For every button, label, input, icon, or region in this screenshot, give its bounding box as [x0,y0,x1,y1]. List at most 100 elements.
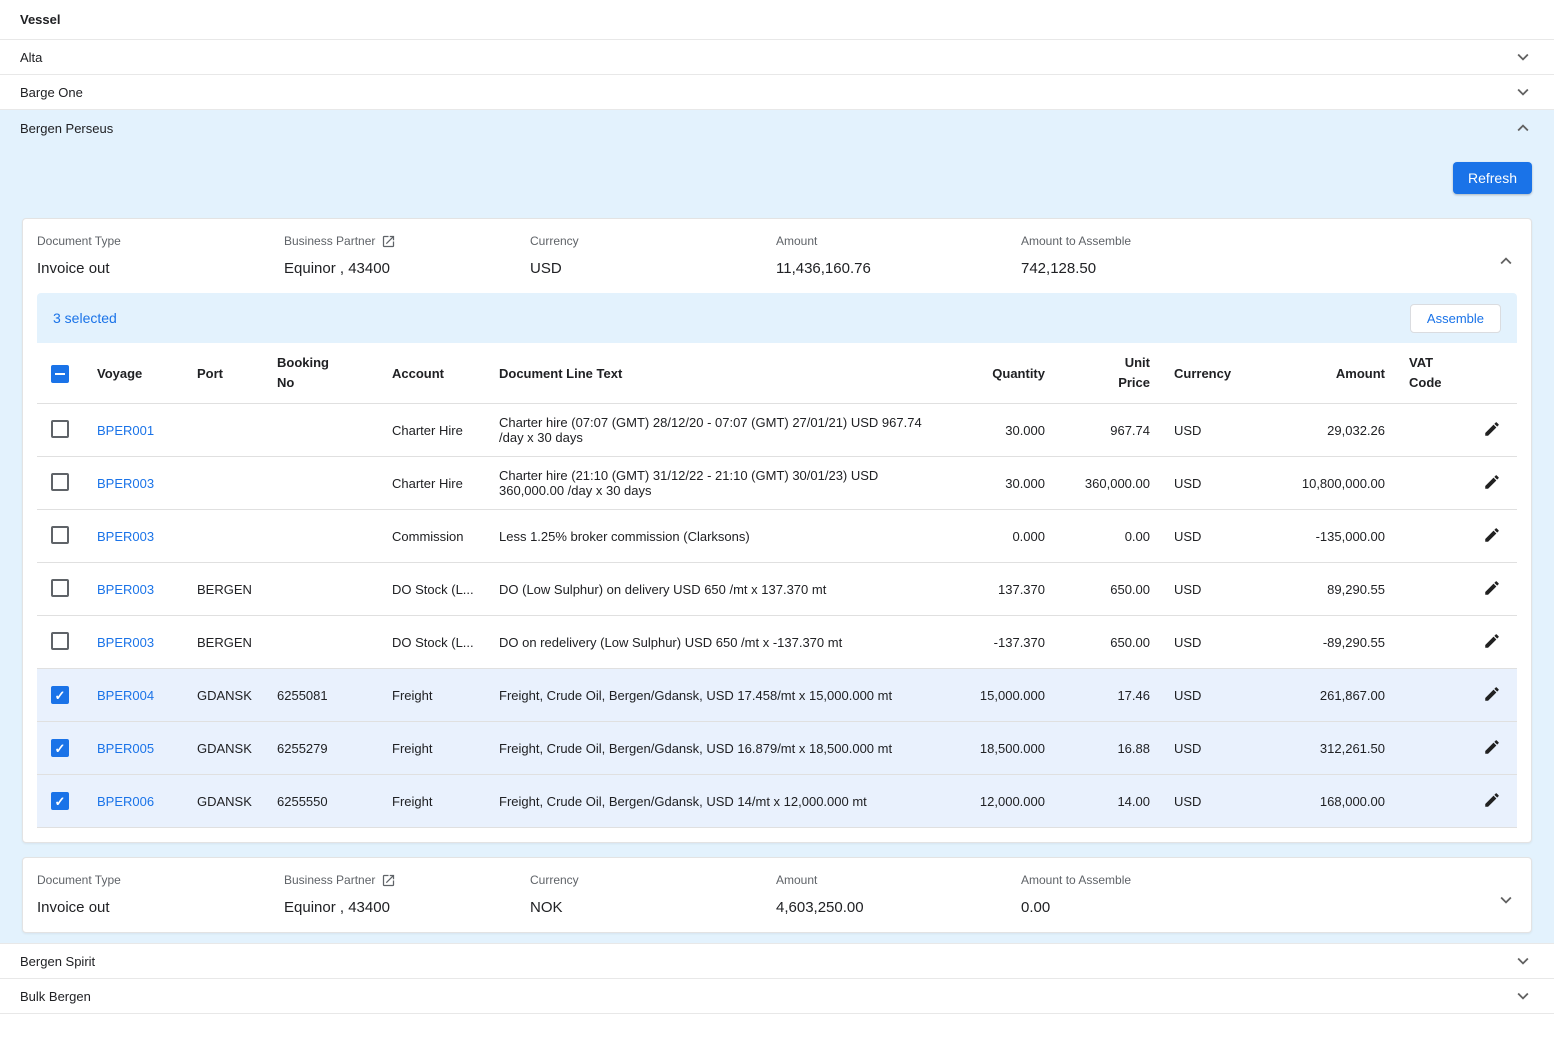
vessel-name: Bergen Spirit [20,954,95,969]
toolbar: Refresh [0,146,1554,218]
edit-pencil-icon [1483,579,1501,597]
voyage-link[interactable]: BPER006 [97,794,154,809]
field-value: Invoice out [37,899,284,916]
expand-card-button[interactable] [1495,889,1517,914]
col-header-currency: Currency [1162,343,1247,404]
voyage-link[interactable]: BPER003 [97,582,154,597]
table-row: BPER001 Charter Hire Charter hire (07:07… [37,404,1517,457]
collapse-card-button[interactable] [1495,250,1517,275]
row-checkbox[interactable] [51,473,69,491]
field-label: Document Type [37,233,284,249]
currency-cell: USD [1162,404,1247,457]
edit-row-button[interactable] [1483,632,1501,653]
amount-cell: 10,800,000.00 [1247,457,1397,510]
line-text-cell: Freight, Crude Oil, Bergen/Gdansk, USD 1… [487,722,957,775]
edit-row-button[interactable] [1483,473,1501,494]
voyage-link[interactable]: BPER003 [97,635,154,650]
select-all-checkbox[interactable] [51,365,69,383]
external-link-icon[interactable] [381,234,396,249]
booking-no-cell [265,616,380,669]
field-value: Equinor , 43400 [284,260,530,277]
chevron-down-icon [1512,985,1534,1007]
row-checkbox[interactable] [51,526,69,544]
field-amount-to-assemble: Amount to Assemble 742,128.50 [1021,233,1487,277]
port-cell: BERGEN [185,563,265,616]
document-group-header: Document Type Invoice out Business Partn… [23,858,1531,932]
vessel-accordion-bergen-perseus[interactable]: Bergen Perseus [0,110,1554,146]
vessel-accordion-barge-one[interactable]: Barge One [0,75,1554,110]
quantity-cell: 12,000.000 [957,775,1057,828]
edit-row-button[interactable] [1483,685,1501,706]
voyage-link[interactable]: BPER003 [97,476,154,491]
unit-price-cell: 14.00 [1057,775,1162,828]
amount-cell: 312,261.50 [1247,722,1397,775]
row-checkbox[interactable] [51,739,69,757]
voyage-link[interactable]: BPER005 [97,741,154,756]
vessel-accordion-bulk-bergen[interactable]: Bulk Bergen [0,979,1554,1014]
edit-row-button[interactable] [1483,420,1501,441]
currency-cell: USD [1162,510,1247,563]
edit-row-button[interactable] [1483,526,1501,547]
edit-row-button[interactable] [1483,738,1501,759]
row-checkbox[interactable] [51,792,69,810]
vessel-list-title: Vessel [20,12,61,27]
table-row: BPER003 BERGEN DO Stock (L... DO on rede… [37,616,1517,669]
col-header-port: Port [185,343,265,404]
line-text-cell: Freight, Crude Oil, Bergen/Gdansk, USD 1… [487,775,957,828]
vat-code-cell [1397,722,1462,775]
table-row: BPER005 GDANSK 6255279 Freight Freight, … [37,722,1517,775]
field-label: Amount to Assemble [1021,872,1487,888]
voyage-link[interactable]: BPER004 [97,688,154,703]
line-text-cell: Freight, Crude Oil, Bergen/Gdansk, USD 1… [487,669,957,722]
port-cell [185,404,265,457]
quantity-cell: 15,000.000 [957,669,1057,722]
table-body: BPER001 Charter Hire Charter hire (07:07… [37,404,1517,828]
quantity-cell: 30.000 [957,404,1057,457]
field-label: Business Partner [284,872,530,888]
account-cell: Charter Hire [380,404,487,457]
vat-code-cell [1397,457,1462,510]
booking-no-cell: 6255550 [265,775,380,828]
external-link-icon[interactable] [381,873,396,888]
booking-no-cell [265,404,380,457]
row-checkbox[interactable] [51,420,69,438]
field-label-text: Business Partner [284,234,375,248]
vessel-accordion-bergen-spirit[interactable]: Bergen Spirit [0,944,1554,979]
assemble-button[interactable]: Assemble [1410,304,1501,333]
field-currency: Currency NOK [530,872,776,916]
field-label: Currency [530,872,776,888]
chevron-up-icon [1495,250,1517,272]
table-header: Voyage Port Booking No Account Document … [37,343,1517,404]
quantity-cell: 18,500.000 [957,722,1057,775]
row-checkbox[interactable] [51,579,69,597]
field-business-partner: Business Partner Equinor , 43400 [284,872,530,916]
vessel-accordion-alta[interactable]: Alta [0,40,1554,75]
voyage-link[interactable]: BPER001 [97,423,154,438]
edit-row-button[interactable] [1483,791,1501,812]
currency-cell: USD [1162,669,1247,722]
booking-no-cell [265,563,380,616]
edit-pencil-icon [1483,791,1501,809]
field-currency: Currency USD [530,233,776,277]
edit-pencil-icon [1483,685,1501,703]
unit-price-cell: 16.88 [1057,722,1162,775]
col-header-actions [1462,343,1517,404]
line-text-cell: Charter hire (07:07 (GMT) 28/12/20 - 07:… [487,404,957,457]
edit-row-button[interactable] [1483,579,1501,600]
selected-count: 3 selected [53,310,117,326]
amount-cell: -135,000.00 [1247,510,1397,563]
row-checkbox[interactable] [51,686,69,704]
col-header-line-text: Document Line Text [487,343,957,404]
booking-no-cell [265,457,380,510]
vat-code-cell [1397,563,1462,616]
voyage-link[interactable]: BPER003 [97,529,154,544]
row-checkbox[interactable] [51,632,69,650]
field-document-type: Document Type Invoice out [37,872,284,916]
field-value: 4,603,250.00 [776,899,1021,916]
col-header-quantity: Quantity [957,343,1057,404]
field-value: 742,128.50 [1021,260,1487,277]
booking-no-cell [265,510,380,563]
refresh-button[interactable]: Refresh [1453,162,1532,194]
unit-price-cell: 17.46 [1057,669,1162,722]
table-row: BPER003 BERGEN DO Stock (L... DO (Low Su… [37,563,1517,616]
